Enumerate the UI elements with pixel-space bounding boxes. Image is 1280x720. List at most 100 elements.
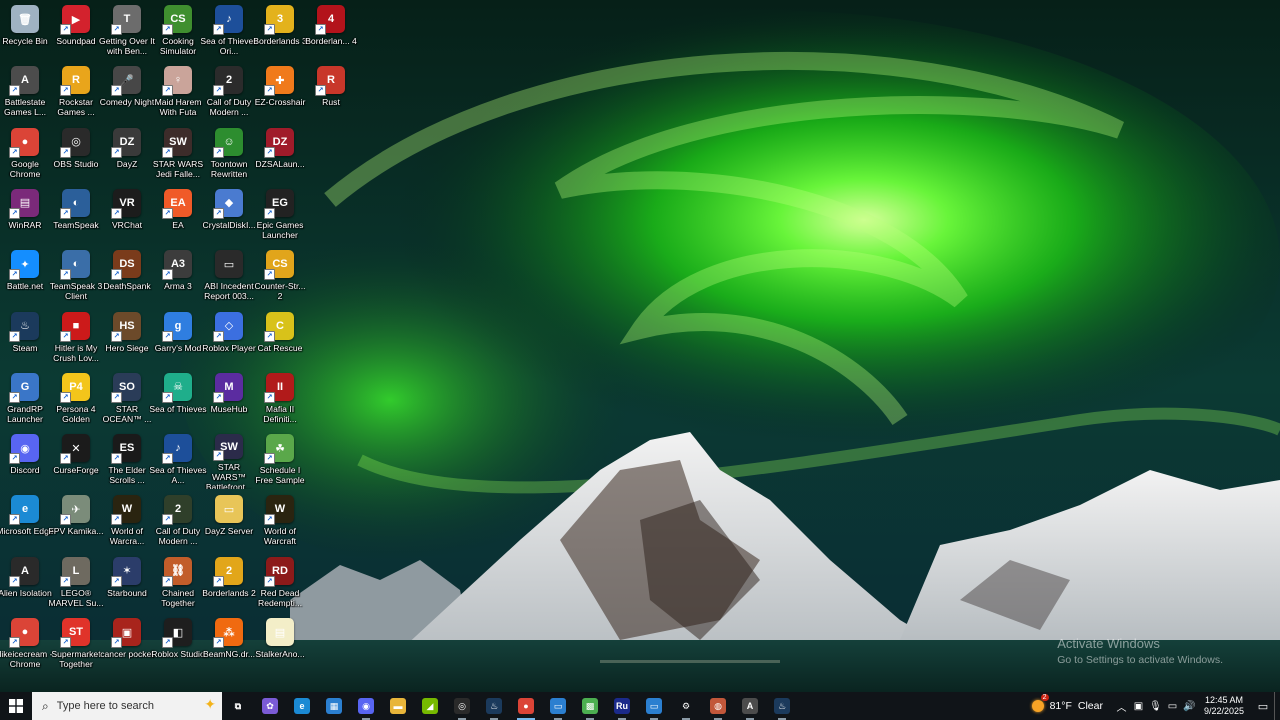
copilot-button[interactable]: ✿ [254, 692, 286, 720]
window2-app-button[interactable]: ▭ [638, 692, 670, 720]
desktop-icon-microphone[interactable]: 🎤 ↗ Comedy Night [100, 61, 154, 121]
desktop-icon-rust[interactable]: R ↗ Rust [306, 61, 356, 121]
desktop-icon-red-dead[interactable]: RD ↗ Red Dead Redempti... [255, 552, 305, 612]
show-desktop-button[interactable] [1274, 692, 1280, 720]
desktop-icon-call-of-duty[interactable]: 2 ↗ Call of Duty Modern ... [204, 61, 254, 121]
desktop-icon-elder-scrolls[interactable]: ES ↗ The Elder Scrolls ... [102, 429, 152, 489]
russian-app-button[interactable]: Ru [606, 692, 638, 720]
desktop-icon-red-game[interactable]: ■ ↗ Hitler is My Crush Lov... [51, 307, 101, 367]
desktop-icon-star-ocean[interactable]: SO ↗ STAR OCEAN™ ... [102, 368, 152, 428]
desktop-icon-borderlands-3[interactable]: 3 ↗ Borderlands 3 [253, 0, 307, 60]
desktop-icon-hero-siege[interactable]: HS ↗ Hero Siege [102, 307, 152, 367]
desktop-icon-anime-game[interactable]: ♀ ↗ Maid Harem With Futa [153, 61, 203, 121]
desktop-icon-mafia-ii[interactable]: II ↗ Mafia II Definiti... [255, 368, 305, 428]
desktop-icon-soundpad[interactable]: ▶ ↗ Soundpad [51, 0, 101, 60]
desktop-icon-star-wars-jedi[interactable]: SW ↗ STAR WARS Jedi Falle... [153, 123, 203, 183]
desktop-icon-borderlands-2[interactable]: 2 ↗ Borderlands 2 [202, 552, 256, 612]
edge-app-button[interactable]: e [286, 692, 318, 720]
desktop-icon-roblox[interactable]: ◇ ↗ Roblox Player [202, 307, 256, 367]
desktop-icon-video-file[interactable]: ▭ ABI Incedent Report 003... [204, 245, 254, 305]
desktop-icon-chrome[interactable]: ● ↗ Google Chrome [0, 123, 50, 183]
desktop-icon-dayz[interactable]: DZ ↗ DayZ [102, 123, 152, 183]
chrome-app-button[interactable]: ● [510, 692, 542, 720]
desktop-icon-counter-strike[interactable]: CS ↗ Counter-Str... 2 [254, 245, 306, 305]
desktop-icon-recycle-bin[interactable]: 🗑 Recycle Bin [0, 0, 50, 60]
gear-app-button[interactable]: ⚙ [670, 692, 702, 720]
network-icon[interactable]: ▭ [1165, 701, 1180, 712]
nvidia-app-button[interactable]: ◢ [414, 692, 446, 720]
steam-app-button[interactable]: ♨ [478, 692, 510, 720]
desktop-icon-ea[interactable]: EA ↗ EA [153, 184, 203, 244]
file-explorer-button[interactable]: ▬ [382, 692, 414, 720]
steam2-app-button[interactable]: ♨ [766, 692, 798, 720]
task-view-button[interactable]: ⧉ [222, 692, 254, 720]
desktop-icon-text-file[interactable]: ▤ StalkerAno... [255, 613, 305, 673]
desktop-icon-cat-rescue[interactable]: C ↗ Cat Rescue [255, 307, 305, 367]
start-button[interactable] [0, 692, 32, 720]
store-app-button[interactable]: ▦ [318, 692, 350, 720]
desktop-icon-folder[interactable]: ▭ DayZ Server [204, 490, 254, 550]
desktop-icon-edge[interactable]: e ↗ Microsoft Edge [0, 490, 54, 550]
taskbar-search-box[interactable]: ⌕ Type here to search ✦ [32, 692, 222, 720]
desktop-icon-discord[interactable]: ◉ ↗ Discord [0, 429, 50, 489]
desktop-icon-wow[interactable]: W ↗ World of Warcraft [255, 490, 305, 550]
desktop-icon-alien-isolation[interactable]: A ↗ Alien Isolation [0, 552, 52, 612]
volume-icon[interactable]: 🔊 [1182, 701, 1197, 712]
notification-icon[interactable]: ▭ [1252, 700, 1274, 713]
desktop-icon-sea-of-thieves[interactable]: ☠ ↗ Sea of Thieves [149, 368, 207, 428]
desktop-icon-epic-games[interactable]: EG ↗ Epic Games Launcher [255, 184, 305, 244]
desktop-icon-roblox-studio[interactable]: ◧ ↗ Roblox Studio [151, 613, 205, 673]
desktop-icon-steam[interactable]: ♨ ↗ Steam [0, 307, 50, 367]
desktop-icon-garrys-mod[interactable]: g ↗ Garry's Mod [153, 307, 203, 367]
desktop-icon-beamng[interactable]: ⁂ ↗ BeamNG.dr... [203, 613, 255, 673]
desktop-icon-wow[interactable]: W ↗ World of Warcra... [102, 490, 152, 550]
desktop-icon-battlefront[interactable]: SW ↗ STAR WARS™ Battlefront... [204, 429, 254, 489]
desktop-icon-battle-net[interactable]: ✦ ↗ Battle.net [0, 245, 50, 305]
desktop-icon-starbound[interactable]: ✶ ↗ Starbound [102, 552, 152, 612]
desktop-icon-cooking-simulator[interactable]: CS ↗ Cooking Simulator [153, 0, 203, 60]
battlestate-app-button[interactable]: A [734, 692, 766, 720]
desktop-icon-schedule-i[interactable]: ☘ ↗ Schedule I Free Sample [255, 429, 305, 489]
desktop-icon-label: Maid Harem With Futa [154, 97, 202, 118]
weather-widget[interactable]: 81°F Clear [1031, 694, 1103, 712]
tray-app-icon[interactable]: ▣ [1131, 701, 1146, 712]
desktop-icon-lego-marvel[interactable]: L ↗ LEGO® MARVEL Su... [49, 552, 103, 612]
desktop-icon-rockstar[interactable]: R ↗ Rockstar Games ... [51, 61, 101, 121]
desktop-icon-vrchat[interactable]: VR ↗ VRChat [102, 184, 152, 244]
desktop-icon-teamspeak-3[interactable]: ◐ ↗ TeamSpeak 3 Client [50, 245, 102, 305]
obs-app-button[interactable]: ◎ [446, 692, 478, 720]
desktop-icon-deathspank[interactable]: DS ↗ DeathSpank [102, 245, 152, 305]
desktop-icon-battlestate[interactable]: A ↗ Battlestate Games L... [0, 61, 50, 121]
desktop-icon-music-note[interactable]: ♪ ↗ Sea of Thieves Ori... [200, 0, 258, 60]
dzsa-icon: DZ ↗ [264, 127, 294, 158]
desktop-icon-dzsa[interactable]: DZ ↗ DZSALaun... [255, 123, 305, 183]
minecraft-app-button[interactable]: ▩ [574, 692, 606, 720]
desktop-icon-music-note[interactable]: ♪ ↗ Sea of Thieves A... [149, 429, 207, 489]
desktop-icon-toontown[interactable]: ☺ ↗ Toontown Rewritten [204, 123, 254, 183]
desktop-icon-persona-4[interactable]: P4 ↗ Persona 4 Golden [51, 368, 101, 428]
discord-app-button[interactable]: ◉ [350, 692, 382, 720]
desktop-icon-cancer-pocket[interactable]: ▣ ↗ cancer pocket [100, 613, 154, 673]
desktop-icon-obs[interactable]: ◎ ↗ OBS Studio [51, 123, 101, 183]
desktop-icon-arma-3[interactable]: A3 ↗ Arma 3 [153, 245, 203, 305]
desktop-icon-musehub[interactable]: M ↗ MuseHub [204, 368, 254, 428]
game-app-button[interactable]: ◍ [702, 692, 734, 720]
desktop-icon-chrome[interactable]: ● ↗ ilikeicecream - Chrome [0, 613, 52, 673]
desktop-icon-crosshair[interactable]: ✚ ↗ EZ-Crosshair [255, 61, 305, 121]
desktop-icon-drone[interactable]: ✈ ↗ FPV Kamika... [49, 490, 103, 550]
chevron-up-icon[interactable]: ︿ [1114, 699, 1129, 714]
window-app-button[interactable]: ▭ [542, 692, 574, 720]
desktop-icon-hammer[interactable]: T ↗ Getting Over It with Ben... [99, 0, 155, 60]
desktop-icon-curseforge[interactable]: ✕ ↗ CurseForge [51, 429, 101, 489]
desktop-icon-crystaldisk[interactable]: ◆ ↗ CrystalDiskI... [203, 184, 256, 244]
desktop-icon-winrar[interactable]: ▤ ↗ WinRAR [0, 184, 50, 244]
desktop-icon-call-of-duty[interactable]: 2 ↗ Call of Duty Modern ... [153, 490, 203, 550]
desktop-icon-supermarket[interactable]: ST ↗ Supermarket Together [51, 613, 101, 673]
desktop-icon-label: World of Warcraft [263, 526, 297, 547]
desktop-icon-grandrp[interactable]: G ↗ GrandRP Launcher [0, 368, 50, 428]
desktop-icon-borderlands-4[interactable]: 4 ↗ Borderlan... 4 [305, 0, 357, 60]
clock[interactable]: 12:45 AM 9/22/2025 [1204, 695, 1244, 717]
microphone-icon[interactable]: 🎙 [1148, 701, 1163, 712]
desktop-icon-chained-together[interactable]: ⛓ ↗ Chained Together [153, 552, 203, 612]
desktop-icon-teamspeak[interactable]: ◐ ↗ TeamSpeak [51, 184, 101, 244]
